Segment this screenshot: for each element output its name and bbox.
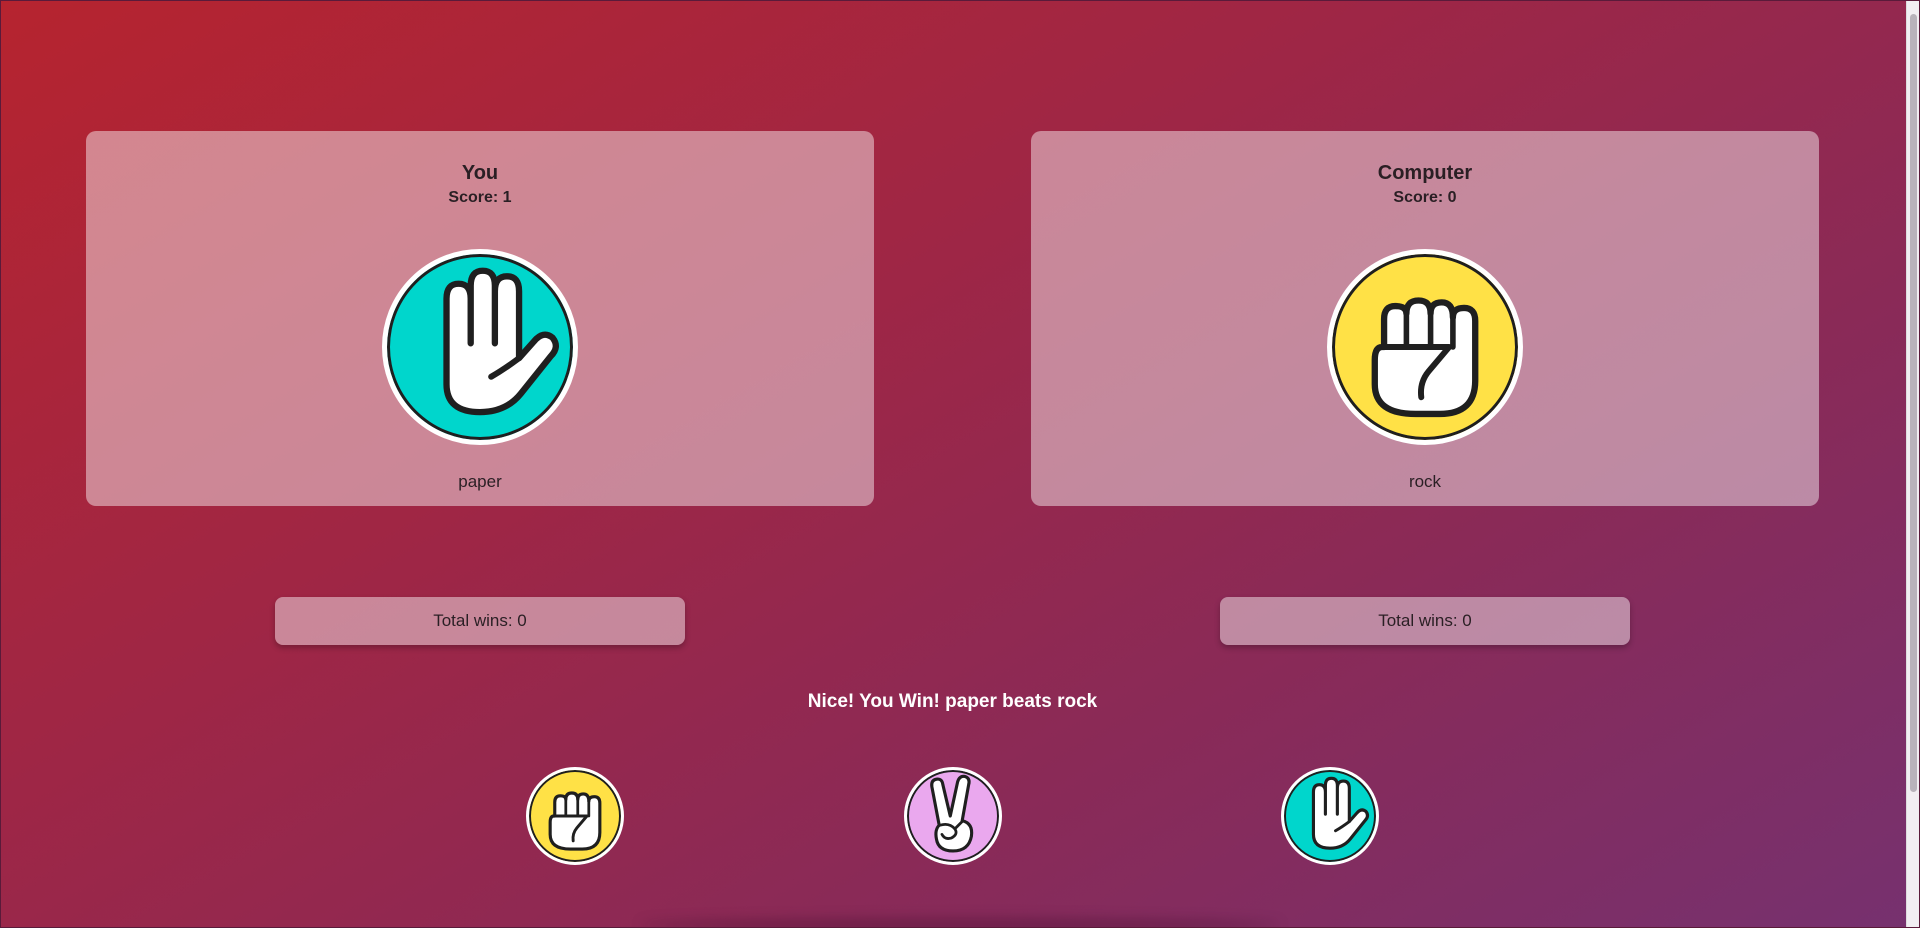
vertical-scrollbar[interactable] (1906, 0, 1920, 928)
rock-button[interactable] (526, 767, 624, 865)
player-choice-label: paper (458, 472, 502, 491)
paper-hand-icon (382, 249, 578, 445)
player-card: You Score: 1 paper (86, 131, 874, 506)
scissors-button[interactable] (904, 767, 1002, 865)
player-total-wins: Total wins: 0 (275, 597, 685, 645)
scissors-hand-icon (930, 774, 974, 853)
computer-score: Score: 0 (1393, 189, 1457, 206)
player-score: Score: 1 (448, 189, 512, 206)
paper-button[interactable] (1281, 767, 1379, 865)
rock-fist-icon (548, 791, 602, 851)
paper-hand-icon (1311, 776, 1370, 850)
computer-name: Computer (1377, 162, 1473, 184)
player-name: You (461, 162, 499, 184)
computer-total-wins: Total wins: 0 (1220, 597, 1630, 645)
result-message: Nice! You Win! paper beats rock (807, 691, 1098, 712)
computer-choice-label: rock (1408, 472, 1442, 491)
computer-card: Computer Score: 0 rock (1031, 131, 1819, 506)
bottom-shadow (640, 918, 1280, 928)
scrollbar-thumb[interactable] (1910, 14, 1917, 792)
rock-fist-icon (1327, 249, 1523, 445)
